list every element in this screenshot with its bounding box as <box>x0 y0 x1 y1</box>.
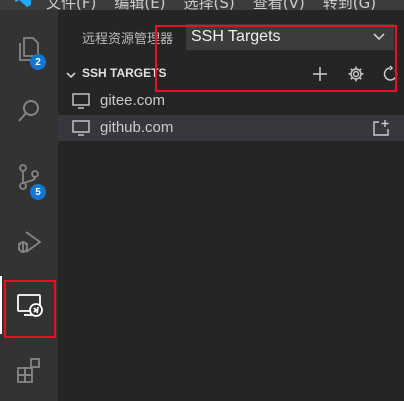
activity-bar: 2 5 <box>0 10 58 401</box>
activity-extensions[interactable] <box>0 342 58 400</box>
activity-source-control[interactable]: 5 <box>0 148 58 206</box>
menu-view[interactable]: 查看(V) <box>253 0 305 10</box>
menu-bar: 文件(F) 编辑(E) 选择(S) 查看(V) 转到(G) <box>0 0 404 10</box>
monitor-icon <box>72 93 90 109</box>
menu-file[interactable]: 文件(F) <box>46 0 96 10</box>
chevron-down-icon <box>66 72 76 79</box>
scm-badge: 5 <box>30 184 46 200</box>
menu-selection[interactable]: 选择(S) <box>184 0 235 10</box>
connect-in-new-window-icon[interactable] <box>372 119 390 137</box>
highlight-box-activity <box>4 280 56 338</box>
menu-edit[interactable]: 编辑(E) <box>114 0 165 10</box>
highlight-box-toolbar <box>155 25 397 92</box>
menu-go[interactable]: 转到(G) <box>323 0 376 10</box>
section-title: SSH TARGETS <box>82 66 167 80</box>
monitor-icon <box>72 120 90 136</box>
activity-search[interactable] <box>0 82 58 140</box>
host-item[interactable]: github.com <box>58 115 404 141</box>
extensions-icon <box>17 358 40 383</box>
host-name: github.com <box>100 119 174 136</box>
search-icon <box>18 100 39 122</box>
activity-explorer[interactable]: 2 <box>0 20 58 78</box>
vscode-logo-icon <box>15 0 31 7</box>
host-name: gitee.com <box>100 92 166 109</box>
activity-run-debug[interactable] <box>0 213 58 271</box>
explorer-badge: 2 <box>30 54 46 70</box>
run-debug-icon <box>18 231 42 253</box>
